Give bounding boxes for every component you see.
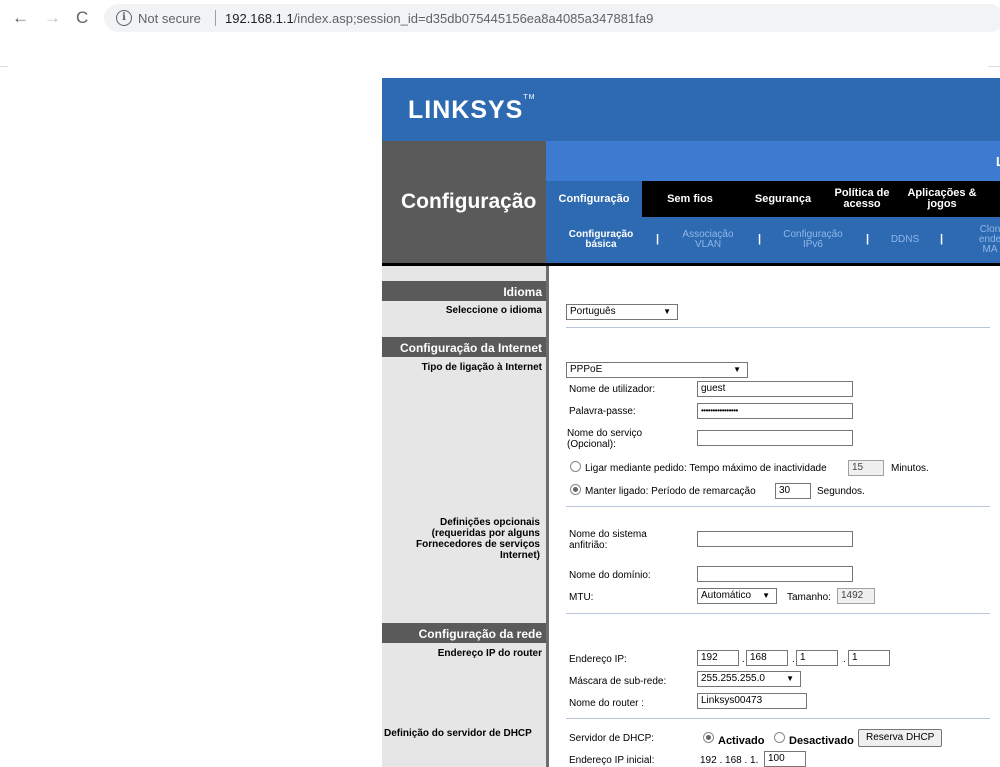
start-ip-prefix: 192 . 168 . 1.	[700, 755, 759, 766]
section-idioma: Idioma	[382, 281, 546, 301]
username-label: Nome de utilizador:	[569, 384, 656, 395]
ip-octet-4-input[interactable]: 1	[848, 650, 890, 666]
ip-dot: .	[742, 654, 745, 665]
dhcp-disabled-label: Desactivado	[789, 735, 854, 747]
page-title: Configuração	[401, 190, 537, 213]
seconds-label: Segundos.	[817, 486, 865, 497]
back-arrow-icon[interactable]: ←	[12, 8, 29, 28]
product-name: L	[996, 154, 1000, 169]
browser-toolbar: ← → C i Not secure 192.168.1.1/index.asp…	[0, 0, 1000, 36]
subtab-divider: |	[656, 233, 660, 245]
dhcp-enabled-radio[interactable]	[703, 732, 714, 743]
username-input[interactable]: guest	[697, 381, 853, 397]
tab-aplicacoes-jogos[interactable]: Aplicações & jogos	[902, 181, 982, 217]
connect-on-demand-radio[interactable]	[570, 461, 581, 472]
address-separator	[215, 10, 216, 26]
subtab-divider: |	[758, 233, 762, 245]
tab-seguranca[interactable]: Segurança	[746, 181, 820, 217]
url-text[interactable]: 192.168.1.1/index.asp;session_id=d35db07…	[225, 11, 653, 26]
redial-period-input[interactable]: 30	[775, 483, 811, 499]
chevron-down-icon: ▼	[663, 307, 671, 316]
label-optional-settings: Definições opcionais (requeridas por alg…	[416, 517, 540, 561]
service-name-input[interactable]	[697, 430, 853, 446]
subnet-mask-select[interactable]: 255.255.255.0 ▼	[697, 671, 801, 687]
language-select[interactable]: Português ▼	[566, 304, 678, 320]
start-ip-label: Endereço IP inicial:	[569, 755, 655, 766]
host-name-input[interactable]	[697, 531, 853, 547]
address-bar[interactable]: i Not secure 192.168.1.1/index.asp;sessi…	[104, 4, 1000, 32]
tab-configuracao[interactable]: Configuração	[546, 181, 642, 217]
mtu-size-label: Tamanho:	[787, 592, 831, 603]
page-title-panel: Configuração	[382, 141, 546, 263]
not-secure-label: Not secure	[138, 11, 201, 26]
max-idle-time-input[interactable]: 15	[848, 460, 884, 476]
label-connection-type: Tipo de ligação à Internet	[421, 362, 542, 373]
service-name-label: Nome do serviço (Opcional):	[567, 428, 643, 450]
section-network-setup: Configuração da rede	[382, 623, 546, 643]
linksys-header: LINKSYSTM	[382, 78, 1000, 141]
chevron-down-icon: ▼	[733, 365, 741, 374]
ip-octet-1-input[interactable]: 192	[697, 650, 739, 666]
minutes-label: Minutos.	[891, 463, 929, 474]
subtab-clone-mac[interactable]: Clon ende MA	[970, 217, 1000, 263]
keep-alive-label: Manter ligado: Período de remarcação	[585, 486, 756, 497]
subtab-ddns[interactable]: DDNS	[880, 217, 930, 263]
page-edge-mark	[988, 66, 1000, 67]
mtu-select[interactable]: Automático ▼	[697, 588, 777, 604]
ip-address-label: Endereço IP:	[569, 654, 627, 665]
domain-name-input[interactable]	[697, 566, 853, 582]
page-edge-mark	[0, 66, 8, 67]
connect-on-demand-label: Ligar mediante pedido: Tempo máximo de i…	[585, 463, 827, 474]
divider	[566, 613, 990, 614]
ip-octet-3-input[interactable]: 1	[796, 650, 838, 666]
subnet-mask-label: Máscara de sub-rede:	[569, 676, 667, 687]
reload-icon[interactable]: C	[76, 8, 88, 28]
router-name-input[interactable]: Linksys00473	[697, 693, 807, 709]
mtu-label: MTU:	[569, 592, 594, 603]
subtab-divider: |	[866, 233, 870, 245]
subtab-configuracao-basica[interactable]: Configuração básica	[556, 217, 646, 263]
tab-politica-acesso[interactable]: Política de acesso	[828, 181, 896, 217]
password-input[interactable]: ••••••••••••••••	[697, 403, 853, 419]
label-router-ip: Endereço IP do router	[437, 648, 542, 659]
main-tabs: Configuração Sem fios Segurança Política…	[546, 181, 1000, 217]
divider	[566, 506, 990, 507]
label-dhcp-setting: Definição do servidor de DHCP	[384, 728, 532, 739]
subtab-configuracao-ipv6[interactable]: Configuração IPv6	[772, 217, 854, 263]
ip-octet-2-input[interactable]: 168	[746, 650, 788, 666]
password-label: Palavra-passe:	[569, 406, 636, 417]
dhcp-disabled-radio[interactable]	[774, 732, 785, 743]
product-strip: L	[546, 141, 1000, 181]
chevron-down-icon: ▼	[786, 674, 794, 683]
label-select-language: Seleccione o idioma	[445, 305, 542, 316]
tab-sem-fios[interactable]: Sem fios	[650, 181, 730, 217]
info-icon[interactable]: i	[116, 10, 132, 26]
ip-dot: .	[843, 654, 846, 665]
dhcp-enabled-label: Activado	[718, 735, 765, 747]
divider	[566, 718, 990, 719]
host-name-label: Nome do sistema anfitrião:	[569, 529, 647, 551]
subtab-associacao-vlan[interactable]: Associação VLAN	[668, 217, 748, 263]
section-internet-setup: Configuração da Internet	[382, 337, 546, 357]
router-name-label: Nome do router :	[569, 698, 645, 709]
chevron-down-icon: ▼	[762, 591, 770, 600]
forward-arrow-icon[interactable]: →	[44, 8, 61, 28]
dhcp-reservation-button[interactable]: Reserva DHCP	[858, 729, 943, 747]
keep-alive-radio[interactable]	[570, 484, 581, 495]
mtu-size-input[interactable]: 1492	[837, 588, 875, 604]
start-ip-last-octet-input[interactable]: 100	[764, 751, 806, 767]
sub-tabs: Configuração básica | Associação VLAN | …	[546, 217, 1000, 263]
connection-type-select[interactable]: PPPoE ▼	[566, 362, 748, 378]
linksys-logo: LINKSYSTM	[408, 94, 536, 124]
ip-dot: .	[792, 654, 795, 665]
domain-name-label: Nome do domínio:	[569, 570, 651, 581]
dhcp-server-label: Servidor de DHCP:	[569, 733, 655, 744]
subtab-divider: |	[940, 233, 944, 245]
settings-content	[546, 266, 1000, 767]
divider	[566, 327, 990, 328]
